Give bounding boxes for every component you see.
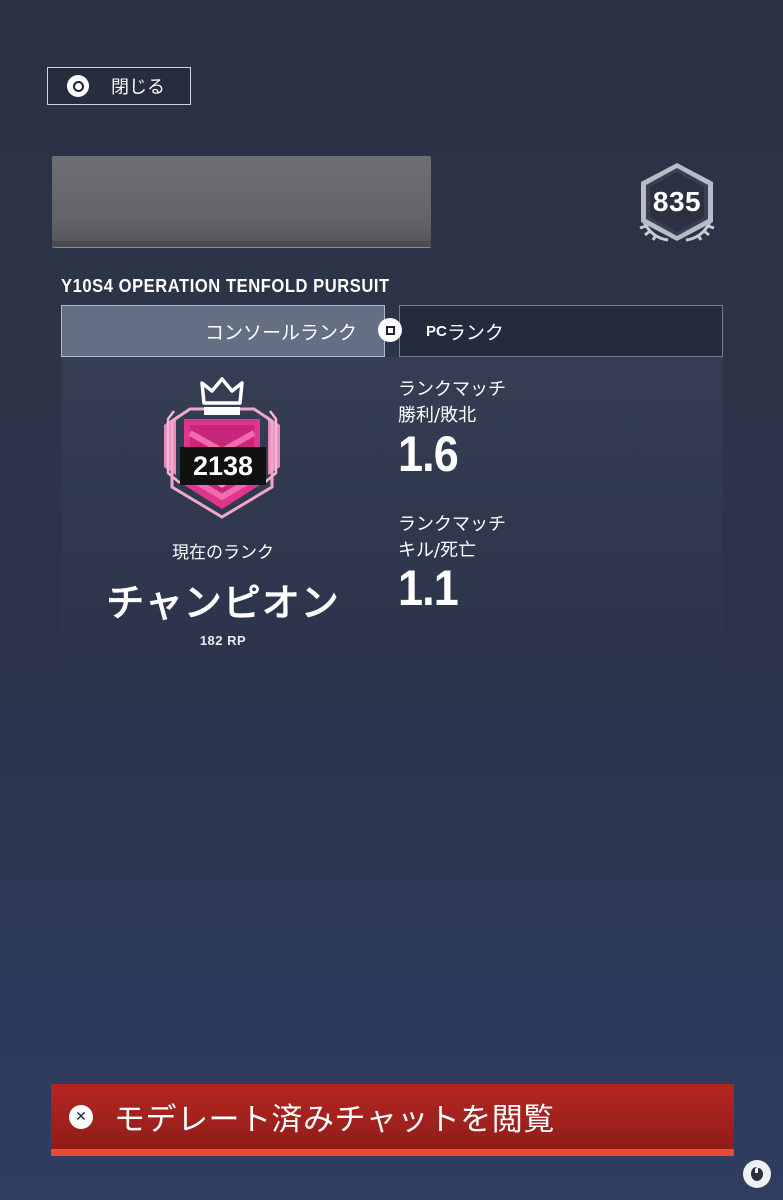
stat-killdeath-value: 1.1 [398,560,459,616]
tab-console-rank[interactable]: コンソールランク [61,305,385,357]
tab-pc-rank[interactable]: PC ランク [399,305,723,357]
tab-pc-label: ランク [446,321,504,344]
stat-killdeath-label-line1: ランクマッチ [398,514,506,535]
circle-button-icon [67,75,89,97]
stat-killdeath-label: ランクマッチ キル/死亡 [398,512,506,564]
cross-button-icon: ✕ [69,1104,93,1129]
level-value: 835 [652,186,702,217]
close-button[interactable]: 閉じる [47,67,191,105]
view-moderated-chat-label: モデレート済みチャットを閲覧 [114,1102,555,1138]
stat-winloss-label: ランクマッチ 勝利/敗北 [398,377,506,429]
tab-pc-prefix: PC [426,322,447,340]
view-moderated-chat-button[interactable]: ✕ モデレート済みチャットを閲覧 [51,1084,734,1156]
player-banner [52,156,431,247]
tab-console-label: コンソールランク [204,321,357,344]
rank-name: チャンピオン [106,581,340,625]
rank-points-value: 2138 [180,447,266,485]
stat-winloss-value: 1.6 [398,426,459,482]
level-badge: 835 [632,160,722,250]
rank-rp-value: 182 RP [199,633,247,648]
close-label: 閉じる [111,77,165,98]
season-title: Y10S4 OPERATION TENFOLD PURSUIT [61,276,390,296]
square-button-icon [378,318,402,342]
stat-winloss-label-line1: ランクマッチ [398,379,506,400]
corner-emblem-icon [743,1160,771,1188]
current-rank-label: 現在のランク [172,543,274,563]
